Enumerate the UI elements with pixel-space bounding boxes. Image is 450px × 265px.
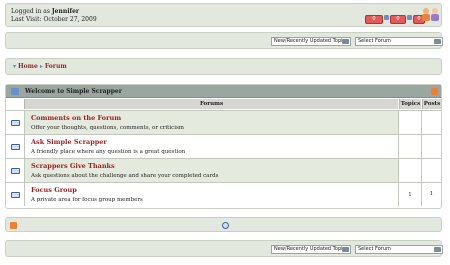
- people-icon[interactable]: [420, 7, 442, 22]
- user-info: Logged in as Jennifer Last Visit: Octobe…: [11, 8, 97, 24]
- forum-row: Focus Group A private area for focus gro…: [6, 182, 441, 206]
- search-icon[interactable]: [407, 15, 412, 20]
- group-icon: [11, 88, 19, 95]
- forum-icon: [11, 144, 20, 150]
- scroll-top-icon[interactable]: [222, 222, 229, 229]
- forum-row: Ask Simple Scrapper A friendly place whe…: [6, 134, 441, 158]
- post-count: 1: [421, 183, 441, 206]
- forum-select-label: Select Forum: [358, 38, 391, 44]
- username[interactable]: Jennifer: [52, 8, 79, 15]
- topic-count: 1: [408, 192, 412, 198]
- column-posts: Posts: [422, 99, 441, 109]
- breadcrumb-separator-icon: ▸: [39, 63, 43, 70]
- forum-description: A friendly place where any question is a…: [31, 149, 186, 155]
- chevron-down-icon: [434, 247, 441, 252]
- forum-icon: [11, 192, 20, 198]
- recent-topics-label: New/Recently Updated Topics: [274, 246, 348, 252]
- chevron-down-icon: [342, 39, 349, 44]
- forum-select[interactable]: Select Forum: [355, 245, 443, 254]
- home-icon: ▾: [13, 63, 17, 70]
- notifications-button[interactable]: 0: [390, 15, 406, 24]
- user-header: Logged in as Jennifer Last Visit: Octobe…: [5, 3, 442, 27]
- forum-group-title[interactable]: Welcome to Simple Scrapper: [25, 88, 122, 95]
- forum-icon: [11, 120, 20, 126]
- jump-bar-top: New/Recently Updated Topics Select Forum: [5, 32, 443, 49]
- recent-topics-select[interactable]: New/Recently Updated Topics: [271, 245, 351, 254]
- post-count: [421, 111, 441, 134]
- last-visit: Last Visit: October 27, 2009: [11, 16, 97, 23]
- logged-in-label: Logged in as: [11, 8, 52, 15]
- forum-description: Offer your thoughts, questions, comments…: [31, 125, 185, 131]
- forum-select[interactable]: Select Forum: [355, 37, 443, 46]
- forum-description: A private area for focus group members: [31, 197, 143, 203]
- column-topics: Topics: [399, 99, 421, 109]
- chevron-down-icon: [342, 247, 349, 252]
- rss-icon[interactable]: [431, 88, 438, 95]
- forum-name[interactable]: Comments on the Forum: [31, 114, 121, 122]
- breadcrumb-home[interactable]: Home: [18, 63, 38, 70]
- forum-group: Welcome to Simple Scrapper Forums Topics…: [5, 84, 442, 209]
- footer-bar: [5, 217, 442, 232]
- forum-row: Comments on the Forum Offer your thought…: [6, 110, 441, 134]
- forum-name[interactable]: Ask Simple Scrapper: [31, 138, 107, 146]
- forum-icon: [11, 168, 20, 174]
- forum-select-label: Select Forum: [358, 246, 391, 252]
- chevron-down-icon: [434, 39, 441, 44]
- forum-name[interactable]: Scrappers Give Thanks: [31, 162, 115, 170]
- inbox-button[interactable]: 0: [365, 15, 383, 24]
- forum-description: Ask questions about the challenge and sh…: [31, 173, 219, 179]
- post-count: [421, 135, 441, 158]
- rss-icon[interactable]: [10, 222, 17, 229]
- forum-group-header: Welcome to Simple Scrapper: [6, 85, 441, 98]
- post-count: [421, 159, 441, 182]
- column-forums: Forums: [24, 99, 398, 109]
- recent-topics-label: New/Recently Updated Topics: [274, 38, 348, 44]
- mail-icon[interactable]: [384, 15, 389, 20]
- forum-name[interactable]: Focus Group: [31, 186, 77, 194]
- recent-topics-select[interactable]: New/Recently Updated Topics: [271, 37, 351, 46]
- forum-row: Scrappers Give Thanks Ask questions abou…: [6, 158, 441, 182]
- breadcrumb: ▾ Home ▸ Forum: [5, 58, 442, 75]
- breadcrumb-forum[interactable]: Forum: [45, 63, 67, 70]
- jump-bar-bottom: New/Recently Updated Topics Select Forum: [5, 240, 443, 257]
